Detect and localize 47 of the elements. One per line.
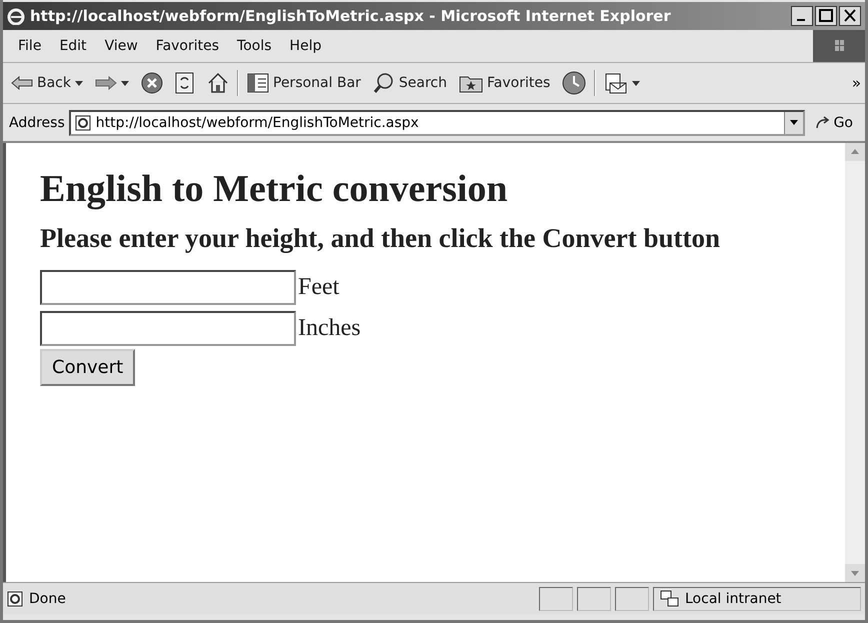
address-label: Address [9,114,65,130]
go-button[interactable]: Go [808,114,859,130]
address-field[interactable]: http://localhost/webform/EnglishToMetric.aspx [68,110,805,136]
input-field[interactable] [40,270,296,305]
forward-arrow-icon [95,76,117,90]
go-arrow-icon [814,116,831,130]
caret-icon [632,80,640,86]
minimize-icon [791,6,813,26]
field-label: Inches [298,315,361,342]
status-pane [577,586,611,610]
zone-text: Local intranet [685,590,782,606]
network-icon [660,590,680,608]
stop-icon [141,72,163,94]
caret-icon [75,80,83,86]
caret-icon [121,80,129,86]
instruction-text: Please enter your height, and then click the Convert button [40,223,721,254]
convert-button[interactable]: Convert [40,349,136,386]
refresh-icon [175,72,195,94]
home-icon [207,72,229,94]
menu-item[interactable]: File [9,35,50,57]
close-icon [839,6,861,26]
status-pane [539,586,573,610]
menu-item[interactable]: Help [280,35,330,57]
back-arrow-icon [11,76,33,90]
dropdown-arrow-icon [790,120,798,125]
search-icon [372,72,395,94]
menu-item[interactable]: Tools [228,35,281,57]
page-heading: English to Metric conversion [40,167,509,211]
toolbar-chevron[interactable]: » [852,74,865,92]
menu-item[interactable]: View [96,35,147,57]
menu-item[interactable]: Edit [50,35,96,57]
status-pane [615,586,649,610]
scrollbar[interactable] [845,143,865,582]
back-button[interactable]: Back [7,73,87,93]
window-title: http://localhost/webform/EnglishToMetric.aspx - Microsoft Internet Explorer [30,7,672,25]
favorites-button[interactable]: Favorites [455,71,554,95]
page-icon [74,114,91,130]
personal-bar-button[interactable]: Personal Bar [243,71,365,95]
search-button[interactable]: Search [368,70,452,96]
panel-icon [247,73,269,93]
field-label: Feet [298,274,340,301]
menu-item[interactable]: Favorites [146,35,228,57]
status-text: Done [29,590,66,606]
maximize-icon [815,6,837,26]
envelope-icon [604,72,628,94]
page-icon [7,590,23,606]
input-field[interactable] [40,311,296,346]
